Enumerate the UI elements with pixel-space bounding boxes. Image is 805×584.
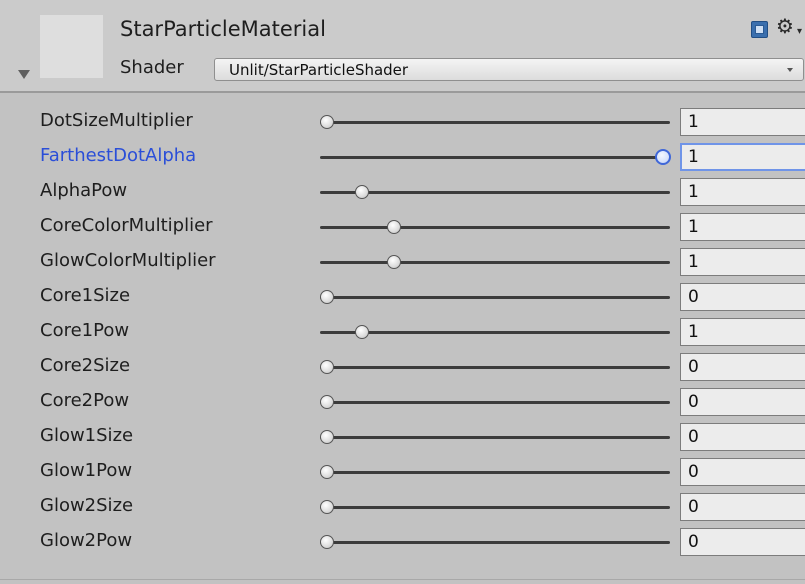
property-row: CoreColorMultiplier 1 <box>0 209 805 244</box>
slider-track[interactable] <box>320 191 670 194</box>
value-input[interactable]: 0 <box>680 528 805 556</box>
property-label[interactable]: Glow2Pow <box>40 530 132 551</box>
property-label[interactable]: Core2Size <box>40 355 130 376</box>
value-input[interactable]: 1 <box>680 213 805 241</box>
material-preview-thumbnail <box>40 15 103 78</box>
property-label[interactable]: Glow1Size <box>40 425 133 446</box>
slider-thumb[interactable] <box>320 465 334 479</box>
shader-dropdown[interactable]: Unlit/StarParticleShader <box>214 58 804 81</box>
value-input[interactable]: 1 <box>680 318 805 346</box>
value-input[interactable]: 0 <box>680 283 805 311</box>
property-label[interactable]: Glow2Size <box>40 495 133 516</box>
slider-track[interactable] <box>320 436 670 439</box>
property-row: GlowColorMultiplier 1 <box>0 244 805 279</box>
slider-track[interactable] <box>320 401 670 404</box>
slider-track[interactable] <box>320 261 670 264</box>
property-row: Glow1Pow 0 <box>0 454 805 489</box>
slider-thumb[interactable] <box>655 149 671 165</box>
property-row: Glow2Size 0 <box>0 489 805 524</box>
slider-thumb[interactable] <box>386 255 401 269</box>
slider-track[interactable] <box>320 366 670 369</box>
value-input[interactable]: 1 <box>680 108 805 136</box>
slider-thumb[interactable] <box>320 115 334 129</box>
slider-track[interactable] <box>320 506 670 509</box>
property-label[interactable]: Core1Pow <box>40 320 129 341</box>
slider-thumb[interactable] <box>320 290 334 304</box>
gear-icon[interactable]: ⚙ <box>776 16 794 36</box>
material-name: StarParticleMaterial <box>120 17 326 41</box>
property-row: DotSizeMultiplier 1 <box>0 104 805 139</box>
property-label[interactable]: CoreColorMultiplier <box>40 215 213 236</box>
value-input[interactable]: 0 <box>680 493 805 521</box>
property-label[interactable]: Core2Pow <box>40 390 129 411</box>
slider-thumb[interactable] <box>320 360 334 374</box>
value-input[interactable]: 0 <box>680 353 805 381</box>
slider-thumb[interactable] <box>320 395 334 409</box>
shader-dropdown-value: Unlit/StarParticleShader <box>229 61 409 79</box>
property-label[interactable]: FarthestDotAlpha <box>40 145 196 166</box>
value-input[interactable]: 1 <box>680 178 805 206</box>
value-input[interactable]: 0 <box>680 388 805 416</box>
property-row: Core1Size 0 <box>0 279 805 314</box>
slider-track[interactable] <box>320 331 670 334</box>
value-input[interactable]: 0 <box>680 423 805 451</box>
slider-thumb[interactable] <box>320 535 334 549</box>
chevron-down-icon <box>787 68 793 72</box>
slider-thumb[interactable] <box>386 220 401 234</box>
gear-caret-icon: ▾ <box>797 26 803 37</box>
value-input[interactable]: 1 <box>680 248 805 276</box>
help-book-icon[interactable] <box>751 21 768 38</box>
property-row: Core2Pow 0 <box>0 384 805 419</box>
slider-track[interactable] <box>320 296 670 299</box>
slider-thumb[interactable] <box>355 325 369 339</box>
slider-track[interactable] <box>320 471 670 474</box>
material-inspector: StarParticleMaterial ⚙ ▾ Shader Unlit/St… <box>0 0 805 584</box>
slider-track[interactable] <box>320 121 670 124</box>
value-input[interactable]: 0 <box>680 458 805 486</box>
property-label[interactable]: DotSizeMultiplier <box>40 110 193 131</box>
slider-track[interactable] <box>320 156 670 159</box>
property-row: FarthestDotAlpha 1 <box>0 139 805 174</box>
foldout-arrow-icon[interactable] <box>18 70 30 79</box>
property-label[interactable]: GlowColorMultiplier <box>40 250 216 271</box>
slider-thumb[interactable] <box>320 430 334 444</box>
property-row: Core2Size 0 <box>0 349 805 384</box>
property-row: AlphaPow 1 <box>0 174 805 209</box>
property-label[interactable]: Core1Size <box>40 285 130 306</box>
value-input[interactable]: 1 <box>680 143 805 171</box>
property-list: DotSizeMultiplier 1 FarthestDotAlpha 1 Alpha… <box>0 104 805 559</box>
property-row: Glow2Pow 0 <box>0 524 805 559</box>
shader-label: Shader <box>120 57 184 78</box>
slider-thumb[interactable] <box>355 185 369 199</box>
slider-thumb[interactable] <box>320 500 334 514</box>
property-row: Core1Pow 1 <box>0 314 805 349</box>
property-label[interactable]: Glow1Pow <box>40 460 132 481</box>
slider-track[interactable] <box>320 226 670 229</box>
property-row: Glow1Size 0 <box>0 419 805 454</box>
slider-track[interactable] <box>320 541 670 544</box>
divider <box>0 579 805 580</box>
property-label[interactable]: AlphaPow <box>40 180 127 201</box>
material-header: StarParticleMaterial ⚙ ▾ Shader Unlit/St… <box>0 0 805 93</box>
